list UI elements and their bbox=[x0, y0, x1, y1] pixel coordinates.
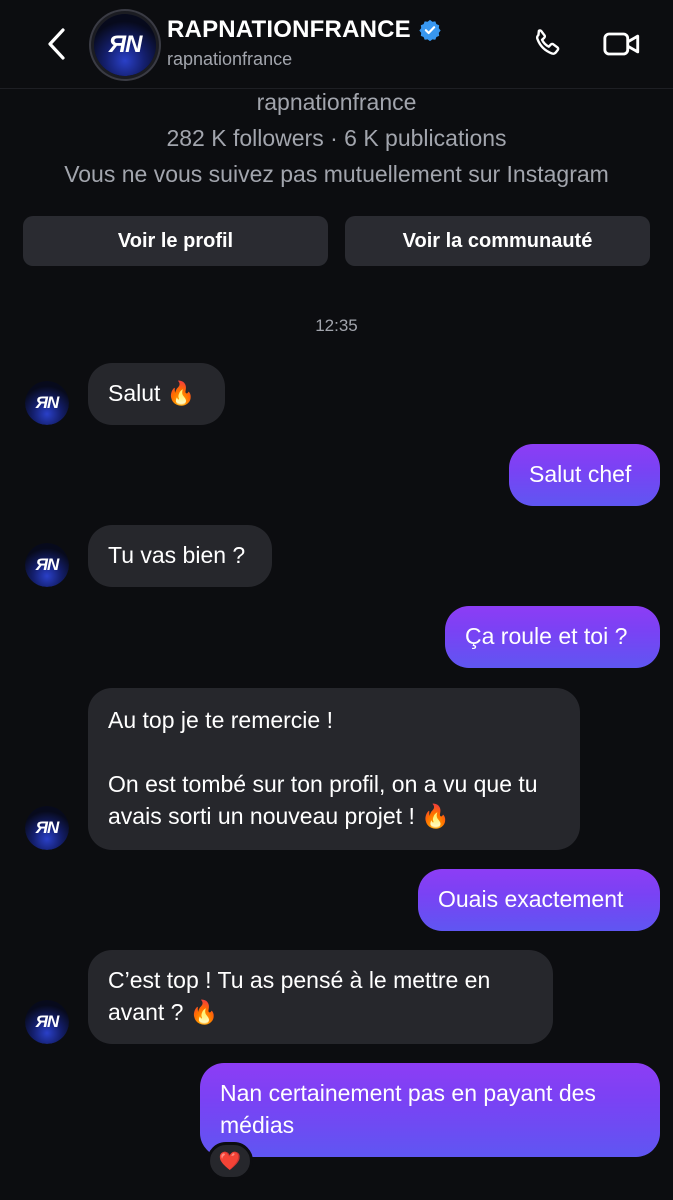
verified-badge-icon bbox=[419, 19, 441, 41]
chat-header: ЯN RAPNATIONFRANCE rapnationfrance bbox=[0, 0, 673, 89]
message-bubble-outgoing[interactable]: Salut chef bbox=[509, 444, 660, 506]
phone-icon bbox=[536, 29, 560, 55]
video-camera-icon bbox=[603, 32, 640, 56]
sender-avatar[interactable]: ЯN bbox=[25, 1000, 69, 1044]
profile-username: rapnationfrance bbox=[256, 89, 417, 115]
avatar-logo: ЯN bbox=[35, 1012, 60, 1031]
profile-summary: rapnationfrance 282 K followers · 6 K pu… bbox=[0, 84, 673, 192]
sender-avatar[interactable]: ЯN bbox=[25, 806, 69, 850]
call-button[interactable] bbox=[527, 24, 567, 64]
message-bubble-outgoing[interactable]: Ouais exactement bbox=[418, 869, 660, 931]
heart-icon: ❤️ bbox=[218, 1150, 242, 1171]
account-name: RAPNATIONFRANCE bbox=[167, 16, 411, 43]
back-chevron-icon bbox=[48, 28, 65, 60]
back-button[interactable] bbox=[40, 22, 72, 66]
message-bubble-outgoing[interactable]: Nan certainement pas en payant des média… bbox=[200, 1063, 660, 1157]
view-profile-button[interactable]: Voir le profil bbox=[23, 216, 328, 266]
avatar-logo: ЯN bbox=[108, 31, 143, 58]
heart-reaction[interactable]: ❤️ bbox=[207, 1142, 253, 1180]
message-bubble-incoming[interactable]: Salut 🔥 bbox=[88, 363, 225, 425]
avatar-logo: ЯN bbox=[35, 555, 60, 574]
message-bubble-incoming[interactable]: Tu vas bien ? bbox=[88, 525, 272, 587]
view-community-button[interactable]: Voir la communauté bbox=[345, 216, 650, 266]
message-timestamp: 12:35 bbox=[315, 316, 358, 335]
video-call-button[interactable] bbox=[602, 24, 642, 64]
profile-stats: 282 K followers · 6 K publications bbox=[166, 125, 507, 151]
header-title-area[interactable]: RAPNATIONFRANCE rapnationfrance bbox=[167, 16, 441, 70]
message-bubble-outgoing[interactable]: Ça roule et toi ? bbox=[445, 606, 660, 668]
header-avatar[interactable]: ЯN bbox=[94, 14, 156, 76]
avatar-logo: ЯN bbox=[35, 393, 60, 412]
sender-avatar[interactable]: ЯN bbox=[25, 543, 69, 587]
message-bubble-incoming[interactable]: Au top je te remercie ! On est tombé sur… bbox=[88, 688, 580, 850]
avatar-logo: ЯN bbox=[35, 818, 60, 837]
follow-relation-text: Vous ne vous suivez pas mutuellement sur… bbox=[64, 161, 609, 187]
account-username: rapnationfrance bbox=[167, 49, 293, 69]
sender-avatar[interactable]: ЯN bbox=[25, 381, 69, 425]
message-bubble-incoming[interactable]: C’est top ! Tu as pensé à le mettre en a… bbox=[88, 950, 553, 1044]
